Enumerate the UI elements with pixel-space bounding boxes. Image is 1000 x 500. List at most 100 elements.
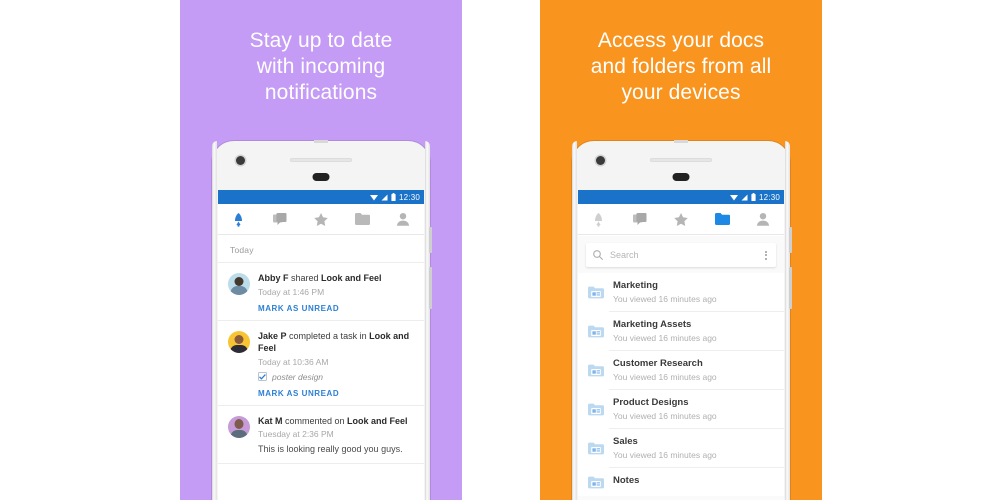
- front-camera-icon: [236, 156, 245, 165]
- notification-timestamp: Today at 1:46 PM: [258, 286, 325, 297]
- list-item[interactable]: Marketing You viewed 16 minutes ago: [578, 273, 784, 311]
- section-header-today: Today: [218, 236, 424, 263]
- power-button[interactable]: [429, 227, 432, 253]
- bell-icon: [235, 212, 243, 227]
- headline-line: Stay up to date: [249, 29, 393, 52]
- phone-mockup-files: 12:30 Search Marketing You viewed 16 min…: [572, 140, 792, 500]
- comments-icon: [632, 212, 647, 225]
- front-camera-icon: [596, 156, 605, 165]
- headline-line: your devices: [621, 81, 741, 104]
- notification-timestamp: Tuesday at 2:36 PM: [258, 429, 334, 439]
- folder-icon: [588, 403, 604, 415]
- notification-title: Jake P completed a task in Look and Feel: [258, 330, 414, 355]
- notifications-list[interactable]: Today Abby F shared Look and Feel Today …: [218, 236, 424, 500]
- list-item-text: Product Designs You viewed 16 minutes ag…: [613, 397, 717, 421]
- tab-comments[interactable]: [619, 204, 660, 234]
- headline-line: Access your docs: [597, 29, 765, 52]
- task-name: poster design: [272, 371, 324, 382]
- tab-comments[interactable]: [259, 204, 300, 234]
- folder-name: Customer Research: [613, 358, 703, 369]
- tab-profile[interactable]: [743, 204, 784, 234]
- proximity-sensor: [672, 173, 690, 181]
- action-text: shared: [288, 273, 322, 283]
- kebab-menu-icon[interactable]: [763, 248, 769, 263]
- task-checkbox[interactable]: [258, 372, 267, 381]
- phone-bezel-left: [212, 141, 217, 500]
- action-text: commented on: [282, 415, 348, 426]
- battery-icon: [391, 193, 396, 201]
- folder-icon: [588, 442, 604, 454]
- tab-files[interactable]: [342, 204, 383, 234]
- tab-profile[interactable]: [383, 204, 424, 234]
- volume-button[interactable]: [429, 267, 432, 309]
- status-bar: 12:30: [578, 190, 784, 204]
- power-button[interactable]: [789, 227, 792, 253]
- wifi-icon: [369, 194, 378, 200]
- list-item-text: Customer Research You viewed 16 minutes …: [613, 358, 717, 382]
- avatar: [228, 330, 250, 353]
- folder-name: Marketing Assets: [613, 319, 692, 330]
- proximity-sensor: [312, 173, 330, 181]
- promo-headline-right: Access your docs and folders from all yo…: [540, 28, 822, 106]
- person-icon: [757, 212, 770, 226]
- star-icon: [674, 212, 688, 226]
- mark-as-unread-button[interactable]: MARK AS UNREAD: [258, 304, 414, 313]
- promo-headline-left: Stay up to date with incoming notificati…: [180, 28, 462, 106]
- comments-icon: [272, 212, 287, 225]
- actor-name: Abby F: [258, 273, 289, 283]
- folder-icon: [588, 476, 604, 488]
- folder-subtitle: You viewed 16 minutes ago: [613, 294, 717, 304]
- tab-starred[interactable]: [660, 204, 701, 234]
- headline-line: notifications: [264, 81, 378, 104]
- battery-icon: [751, 193, 756, 201]
- folder-name: Marketing: [613, 280, 658, 291]
- search-bar[interactable]: Search: [586, 243, 776, 267]
- folder-icon: [588, 286, 604, 298]
- headline-line: and folders from all: [590, 55, 772, 78]
- tab-files[interactable]: [702, 204, 743, 234]
- phone-mockup-notifications: 12:30 Today Abby F shared Look and Feel …: [212, 140, 432, 500]
- tab-starred[interactable]: [300, 204, 341, 234]
- list-item[interactable]: Product Designs You viewed 16 minutes ag…: [578, 390, 784, 428]
- list-item-text: Marketing You viewed 16 minutes ago: [613, 280, 717, 304]
- files-list[interactable]: Search Marketing You viewed 16 minutes a…: [578, 236, 784, 500]
- phone-screen-notifications: 12:30 Today Abby F shared Look and Feel …: [218, 190, 424, 500]
- tab-bar: [218, 204, 424, 235]
- notification-body: Abby F shared Look and Feel Today at 1:4…: [258, 272, 414, 313]
- list-item-text: Notes: [613, 475, 639, 489]
- phone-top-area: [212, 141, 430, 190]
- mark-as-unread-button[interactable]: MARK AS UNREAD: [258, 389, 414, 398]
- signal-icon: [381, 194, 388, 200]
- phone-bezel-right: [785, 141, 792, 500]
- phone-bezel-right: [425, 141, 432, 500]
- tab-notifications[interactable]: [218, 204, 259, 234]
- list-item[interactable]: Sales You viewed 16 minutes ago: [578, 429, 784, 467]
- phone-top-area: [572, 141, 790, 190]
- screenshot-stage: Stay up to date with incoming notificati…: [0, 0, 1000, 500]
- notification-item[interactable]: Jake P completed a task in Look and Feel…: [218, 321, 424, 406]
- notification-item[interactable]: Kat M commented on Look and Feel Tuesday…: [218, 406, 424, 464]
- search-container: Search: [578, 236, 784, 273]
- tab-notifications[interactable]: [578, 204, 619, 234]
- status-bar-time: 12:30: [758, 192, 780, 202]
- volume-button[interactable]: [789, 267, 792, 309]
- notification-item[interactable]: Abby F shared Look and Feel Today at 1:4…: [218, 263, 424, 321]
- star-icon: [314, 212, 328, 226]
- target-name: Look and Feel: [321, 273, 382, 283]
- folder-subtitle: You viewed 16 minutes ago: [613, 372, 717, 382]
- list-item[interactable]: Notes: [578, 468, 784, 496]
- search-input[interactable]: Search: [610, 250, 756, 260]
- wifi-icon: [729, 194, 738, 200]
- notification-title: Abby F shared Look and Feel: [258, 272, 414, 285]
- avatar: [228, 273, 250, 295]
- actor-name: Kat M: [258, 415, 283, 426]
- earpiece-speaker: [650, 158, 712, 162]
- phone-bezel-left: [572, 141, 577, 500]
- status-bar-time: 12:30: [398, 192, 420, 202]
- task-reference[interactable]: poster design: [258, 372, 414, 382]
- notification-timestamp: Today at 10:36 AM: [258, 356, 329, 367]
- list-item[interactable]: Marketing Assets You viewed 16 minutes a…: [578, 312, 784, 350]
- action-text: completed a task in: [286, 330, 370, 341]
- list-item[interactable]: Customer Research You viewed 16 minutes …: [578, 351, 784, 389]
- folder-rows: Marketing You viewed 16 minutes ago Mark…: [578, 273, 784, 496]
